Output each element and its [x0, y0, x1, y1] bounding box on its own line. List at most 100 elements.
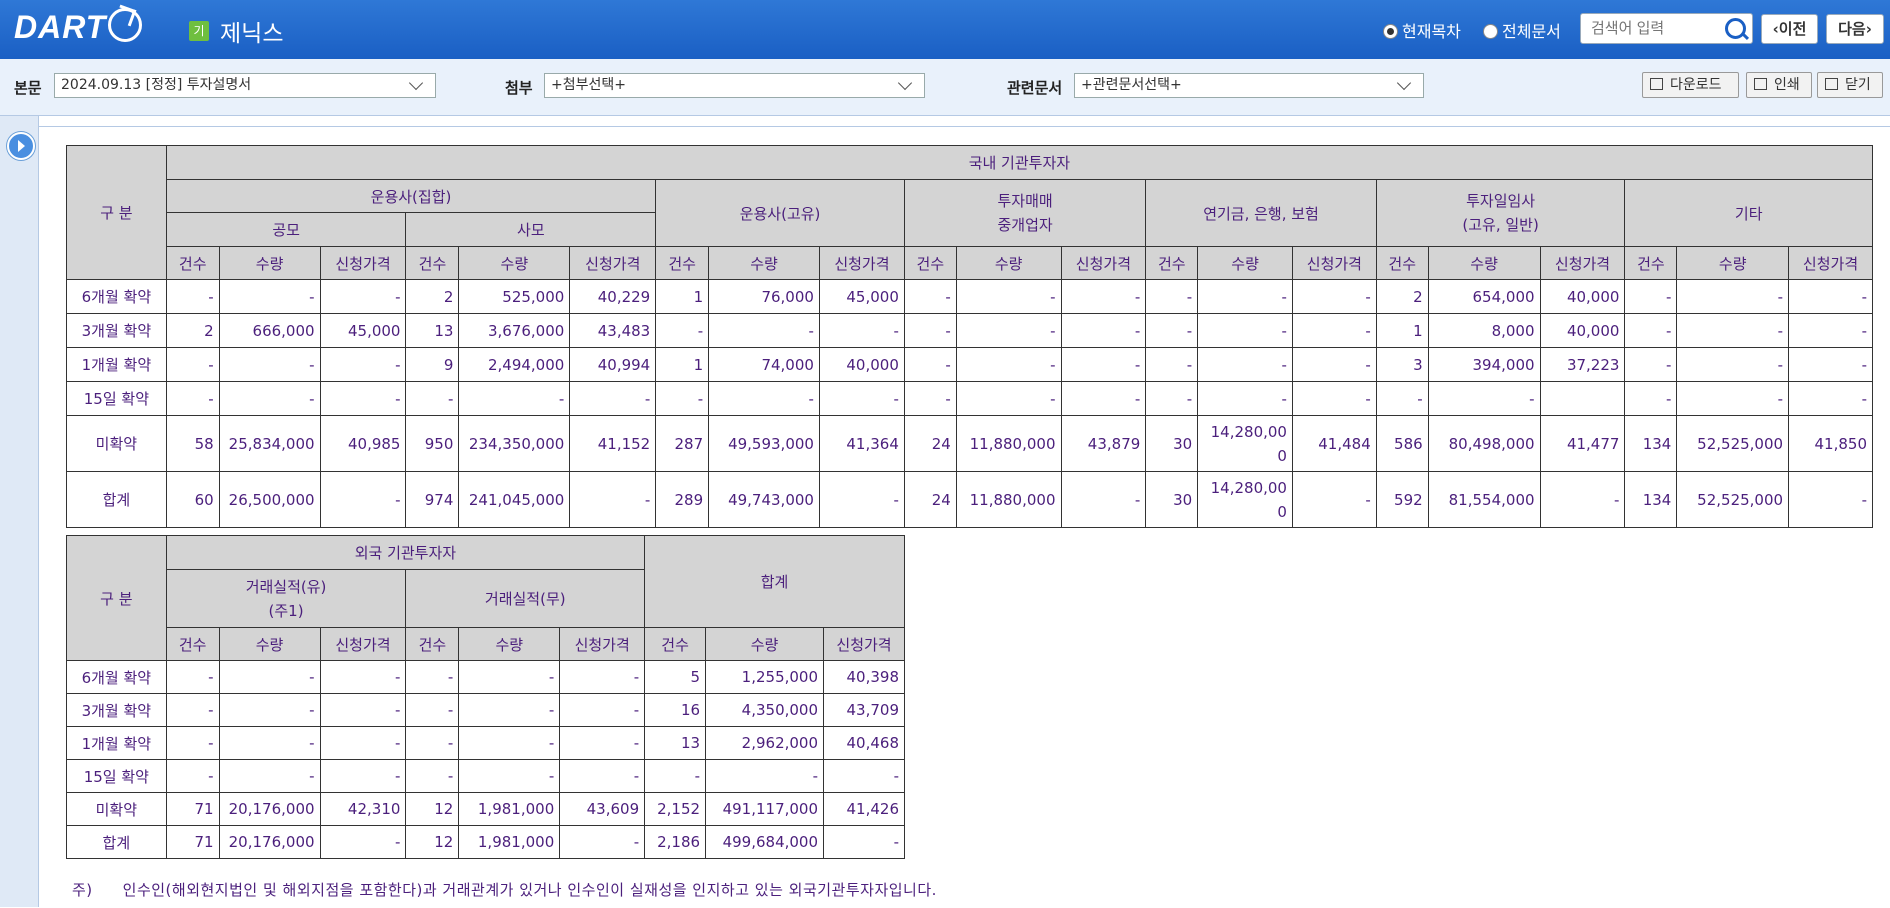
table-cell: -	[1788, 279, 1873, 314]
table-cell: -	[1291, 381, 1377, 416]
table-cell: 1	[655, 347, 710, 382]
table-cell: -	[218, 381, 321, 416]
table-row: 6개월 확약 - - -2 525,000 40,229 1 76,000 45,000- - - -…	[66, 279, 1873, 314]
col-subheader-bid-price: 신청가격	[1539, 246, 1626, 280]
table-cell: 241,045,000	[458, 471, 571, 528]
col-subheader-bid-price: 신청가격	[1060, 246, 1147, 280]
table-cell: -	[405, 726, 460, 760]
table-cell: 43,709	[823, 693, 905, 727]
download-button[interactable]: 다운로드	[1642, 72, 1739, 98]
col-header-private: 사모	[405, 212, 657, 247]
radio-current-toc[interactable]: 현재목차	[1383, 18, 1461, 42]
table-cell: -	[405, 660, 460, 694]
table-cell: 30	[1145, 471, 1199, 528]
table-cell: 289	[655, 471, 710, 528]
table-cell: -	[569, 471, 657, 528]
col-subheader-quantity: 수량	[1197, 246, 1293, 280]
table-cell: 41,426	[823, 792, 905, 826]
table-cell: -	[708, 381, 820, 416]
table-cell: -	[1624, 381, 1678, 416]
table-cell: 1,981,000	[458, 792, 561, 826]
col-subheader-quantity: 수량	[705, 627, 825, 661]
row-label: 미확약	[66, 415, 167, 472]
table-cell	[1539, 381, 1626, 416]
table-row: 1개월 확약 - - -9 2,494,000 40,994 1 74,000 40,000- -…	[66, 347, 1873, 382]
table-cell: -	[458, 726, 561, 760]
table-cell: -	[559, 759, 646, 793]
table-cell: -	[1624, 313, 1678, 348]
col-subheader-quantity: 수량	[218, 627, 321, 661]
radio-unselected-icon	[1483, 24, 1498, 39]
radio-whole-document[interactable]: 전체문서	[1483, 18, 1561, 42]
table-cell: 26,500,000	[218, 471, 321, 528]
table-cell: -	[1145, 279, 1199, 314]
table-cell: -	[218, 660, 321, 694]
table-cell: 1	[1375, 313, 1429, 348]
foreign-investors-table: 구 분 외국 기관투자자 합계 거래실적(유) (주1) 거래실적(무) 건수 수…	[66, 535, 905, 859]
table-cell: -	[644, 759, 707, 793]
table-cell: 5	[644, 660, 707, 694]
table-cell: -	[903, 381, 957, 416]
table-cell: 40,398	[823, 660, 905, 694]
corner-header: 구 분	[66, 535, 167, 661]
table-cell: -	[903, 279, 957, 314]
table-cell: -	[1145, 381, 1199, 416]
row-label: 15일 확약	[66, 759, 167, 793]
table-cell: 60	[165, 471, 220, 528]
table-cell: -	[165, 279, 220, 314]
table-cell: -	[823, 759, 905, 793]
domestic-investors-table: 구 분 국내 기관투자자 운용사(집합) 운용사(고유) 투자매매 중개업자 연…	[66, 145, 1874, 528]
next-label: 다음	[1838, 20, 1866, 38]
table-cell: 2,186	[644, 825, 707, 859]
table-cell: -	[1197, 381, 1293, 416]
attach-select[interactable]: +첨부선택+	[544, 73, 925, 98]
table-row: 합계 60 26,500,000-974 241,045,000-289 49,743,…	[66, 471, 1873, 528]
table-cell: 491,117,000	[705, 792, 825, 826]
table-cell: 58	[165, 415, 220, 472]
table-cell: -	[955, 347, 1062, 382]
prev-button[interactable]: ‹이전	[1761, 14, 1818, 44]
foreign-group-header: 외국 기관투자자	[165, 535, 646, 570]
attach-label: 첨부	[505, 79, 533, 97]
search-input[interactable]	[1581, 14, 1723, 43]
company-name: 제닉스	[220, 20, 284, 46]
table-row: 미확약 58 25,834,000 40,985 950 234,350,000 41,15…	[66, 415, 1873, 472]
related-doc-select[interactable]: +관련문서선택+	[1074, 73, 1424, 98]
table-cell: -	[655, 381, 710, 416]
search-icon[interactable]	[1725, 18, 1746, 39]
dart-logo[interactable]: DART	[14, 8, 143, 46]
table-cell: 2	[165, 313, 220, 348]
table-cell: -	[1676, 279, 1790, 314]
table-cell: -	[319, 726, 407, 760]
table-cell: -	[1676, 381, 1790, 416]
col-subheader-bid-price: 신청가격	[569, 246, 657, 280]
table-cell: -	[559, 693, 646, 727]
chevron-right-icon: ›	[1865, 20, 1872, 38]
table-cell: 12	[405, 825, 460, 859]
table-cell: -	[165, 347, 220, 382]
table-row: 3개월 확약 2 666,000 45,000 13 3,676,000 43,483- - -…	[66, 313, 1873, 348]
table-cell: 11,880,000	[955, 471, 1062, 528]
print-button[interactable]: 인쇄	[1746, 72, 1812, 98]
table-row: 3개월 확약 - - - - - -16 4,350,000 43,709	[66, 693, 905, 727]
table-cell: 52,525,000	[1676, 415, 1790, 472]
table-cell: -	[218, 279, 321, 314]
table-row: 6개월 확약 - - - - - -5 1,255,000 40,398	[66, 660, 905, 694]
next-button[interactable]: 다음›	[1826, 14, 1884, 44]
footnote: 주) 인수인(해외현지법인 및 해외지점을 포함한다)과 거래관계가 있거나 인수…	[72, 879, 937, 900]
related-doc-value: +관련문서선택+	[1081, 77, 1182, 93]
radio-all-label: 전체문서	[1502, 22, 1561, 41]
table-cell: 394,000	[1427, 347, 1541, 382]
close-button[interactable]: 닫기	[1817, 72, 1883, 98]
col-header-collective-asset-mgr: 운용사(집합)	[165, 179, 657, 213]
toc-toggle-icon[interactable]	[7, 132, 35, 160]
chevron-down-icon	[897, 75, 913, 91]
table-cell: 1,981,000	[458, 825, 561, 859]
table-cell: 40,229	[569, 279, 657, 314]
table-cell: 13	[405, 313, 460, 348]
main-doc-select[interactable]: 2024.09.13 [정정] 투자설명서	[54, 73, 436, 98]
table-cell: -	[319, 759, 407, 793]
logo-mark-icon	[108, 8, 143, 42]
table-cell: 40,985	[319, 415, 407, 472]
chevron-down-icon	[408, 75, 424, 91]
